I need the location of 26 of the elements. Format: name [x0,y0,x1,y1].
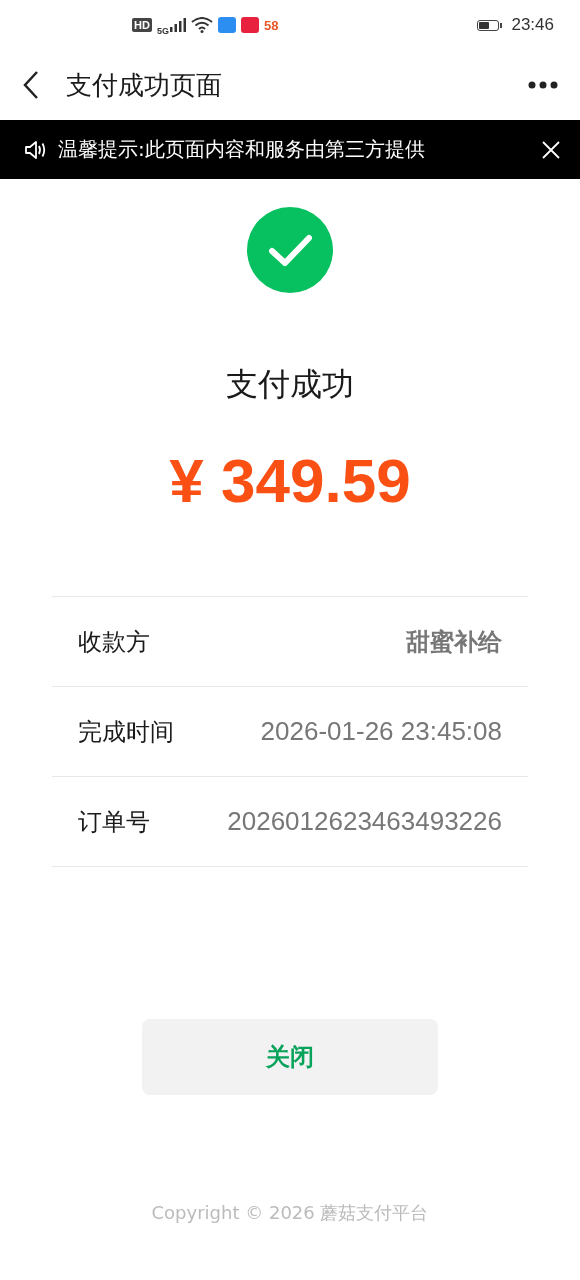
copyright-text: Copyright © 2026 蘑菇支付平台 [150,1201,430,1225]
hd-badge: HD [132,18,152,32]
page-title: 支付成功页面 [66,68,223,102]
app-label: 58 [263,17,279,33]
speaker-icon [24,139,48,160]
detail-label: 完成时间 [78,716,174,748]
app-icon [217,17,236,33]
close-icon[interactable] [542,140,560,159]
detail-label: 收款方 [78,626,150,658]
result-title: 支付成功 [226,364,354,405]
app-icon [240,17,259,33]
wifi-icon [190,17,213,33]
signal-icon [169,18,186,32]
close-button[interactable]: 关闭 [142,1019,438,1095]
payment-amount: ¥ 349.59 [169,445,411,516]
success-check-icon [247,207,333,293]
back-icon[interactable] [22,70,40,100]
detail-value: 甜蜜补给 [406,626,502,658]
detail-label: 订单号 [78,806,150,838]
network-label: 5G [156,26,169,36]
status-time: 23:46 [511,15,554,35]
detail-value: 2026012623463493226 [227,806,502,837]
battery-icon [477,19,500,31]
detail-value: 2026-01-26 23:45:08 [260,716,502,747]
notice-text: 温馨提示:此页面内容和服务由第三方提供 [58,136,426,163]
more-icon[interactable] [528,81,558,89]
